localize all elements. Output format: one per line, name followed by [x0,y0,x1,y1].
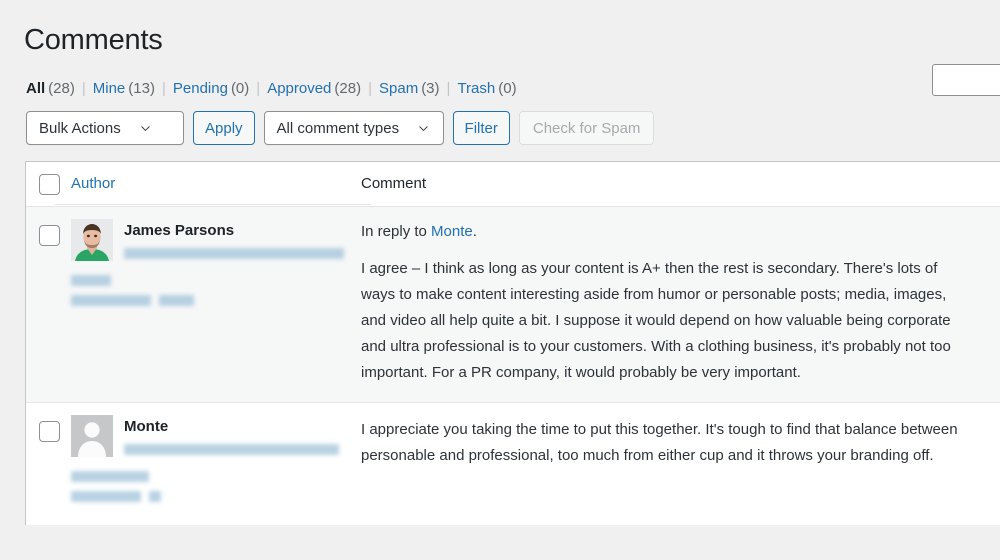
bulk-actions-label: Bulk Actions [39,120,121,137]
chevron-down-icon [417,122,430,135]
redacted-author-ip-row [71,491,361,502]
filter-link-trash[interactable]: Trash [457,80,495,97]
status-filter-links: All(28)|Mine(13)|Pending(0)|Approved(28)… [26,78,517,100]
filter-separator: | [256,80,260,97]
author-cell: Monte [71,403,361,525]
redacted-author-email [71,275,111,286]
filter-count-all: (28) [48,80,75,97]
table-row: James Parsons In reply to Monte. I agree… [26,206,1000,402]
avatar [71,415,113,457]
table-header-row: Author Comment [26,162,1000,206]
redacted-author-ip [71,491,141,502]
row-select-cell [26,207,71,402]
check-for-spam-button[interactable]: Check for Spam [519,111,655,145]
row-checkbox[interactable] [39,421,60,442]
redacted-author-ip-extra [159,295,194,306]
bulk-actions-select[interactable]: Bulk Actions [26,111,184,145]
apply-button[interactable]: Apply [193,111,255,145]
filter-link-pending[interactable]: Pending [173,80,228,97]
filter-separator: | [447,80,451,97]
column-header-comment: Comment [361,174,1000,194]
comment-type-select[interactable]: All comment types [264,111,444,145]
filter-link-spam[interactable]: Spam [379,80,418,97]
select-all-cell [26,174,71,195]
redacted-author-email [71,471,149,482]
redacted-author-ip-row [71,295,361,306]
redacted-author-ip [71,295,151,306]
row-select-cell [26,403,71,525]
author-name: Monte [124,417,339,436]
filter-separator: | [82,80,86,97]
filter-separator: | [162,80,166,97]
filter-button[interactable]: Filter [453,111,510,145]
column-header-comment-label: Comment [361,175,426,192]
filter-count-mine: (13) [128,80,155,97]
table-row: Monte I appreciate you taking the time t… [26,402,1000,525]
redacted-author-ip-extra [149,491,161,502]
column-header-author-link[interactable]: Author [71,175,115,192]
in-reply-to-link[interactable]: Monte [431,223,473,240]
in-reply-to-prefix: In reply to [361,223,431,240]
select-all-checkbox[interactable] [39,174,60,195]
filter-count-approved: (28) [334,80,361,97]
filter-separator: | [368,80,372,97]
redacted-author-url [124,248,344,259]
comment-body: I appreciate you taking the time to put … [361,417,965,469]
filter-count-trash: (0) [498,80,516,97]
author-cell: James Parsons [71,207,361,402]
column-header-author: Author [71,174,361,194]
filter-item-trash: Trash(0) [457,80,516,97]
in-reply-to: In reply to Monte. [361,221,965,243]
comment-type-label: All comment types [277,120,400,137]
comment-body: I agree – I think as long as your conten… [361,256,965,386]
comment-cell: In reply to Monte. I agree – I think as … [361,207,1000,402]
chevron-down-icon [139,122,152,135]
author-extra-lines [71,275,361,306]
filter-count-pending: (0) [231,80,249,97]
redacted-author-url [124,444,339,455]
filter-link-all[interactable]: All [26,80,45,97]
in-reply-to-suffix: . [473,223,477,240]
row-checkbox[interactable] [39,225,60,246]
table-toolbar: Bulk Actions Apply All comment types Fil… [26,111,654,145]
avatar [71,219,113,261]
filter-item-mine: Mine(13) [93,80,155,97]
default-avatar-icon [71,415,113,457]
filter-link-mine[interactable]: Mine [93,80,126,97]
search-input[interactable] [933,65,1000,95]
comment-cell: I appreciate you taking the time to put … [361,403,1000,525]
page-title: Comments [24,22,163,60]
filter-item-pending: Pending(0) [173,80,249,97]
header-divider [55,204,371,205]
filter-link-approved[interactable]: Approved [267,80,331,97]
author-extra-lines [71,471,361,502]
photo-avatar-icon [71,219,113,261]
filter-item-all: All(28) [26,80,75,97]
filter-count-spam: (3) [421,80,439,97]
author-name: James Parsons [124,221,344,240]
filter-item-approved: Approved(28) [267,80,361,97]
filter-item-spam: Spam(3) [379,80,440,97]
search-box[interactable] [932,64,1000,96]
comments-table: Author Comment [25,161,1000,525]
